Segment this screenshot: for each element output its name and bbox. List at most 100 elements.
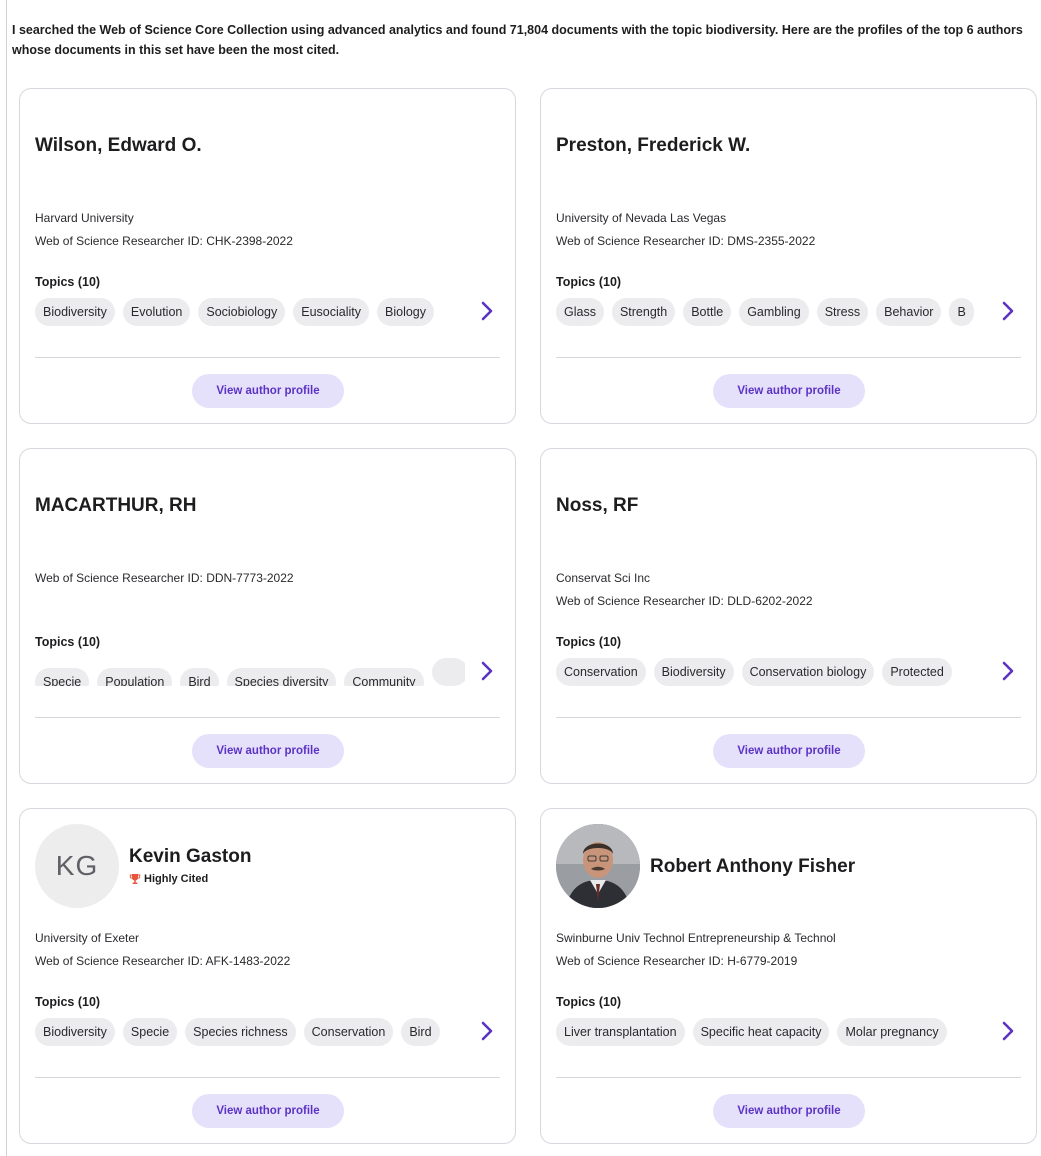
topics-label: Topics (10) xyxy=(35,995,101,1009)
topics-label: Topics (10) xyxy=(35,635,101,649)
topic-chip[interactable]: Community xyxy=(344,668,424,686)
chevron-right-icon xyxy=(481,301,493,321)
author-name: Robert Anthony Fisher xyxy=(650,856,856,877)
topic-chip[interactable]: Gambling xyxy=(739,298,809,326)
author-photo-icon xyxy=(556,824,640,908)
view-author-profile-button[interactable]: View author profile xyxy=(192,1094,344,1128)
author-details: Web of Science Researcher ID: DDN-7773-2… xyxy=(35,570,294,593)
topic-chip[interactable]: Glass xyxy=(556,298,604,326)
topic-chip[interactable]: Molar pregnancy xyxy=(837,1018,947,1046)
topics-next-button[interactable] xyxy=(472,656,502,686)
topic-chip[interactable]: Conservation xyxy=(303,1018,394,1046)
topic-chip[interactable]: Liver transplantation xyxy=(556,1018,685,1046)
author-name: Preston, Frederick W. xyxy=(556,135,751,156)
topic-chip[interactable]: Population xyxy=(97,668,173,686)
topics-label: Topics (10) xyxy=(556,635,622,649)
topics-next-button[interactable] xyxy=(993,296,1023,326)
topic-chips: Biodiversity Evolution Sociobiology Eusocia… xyxy=(35,298,465,326)
author-researcher-id: Web of Science Researcher ID: H-6779-201… xyxy=(556,954,798,968)
card-divider xyxy=(35,1077,500,1078)
author-card: MACARTHUR, RH Web of Science Researcher … xyxy=(19,448,516,784)
topics-next-button[interactable] xyxy=(472,296,502,326)
topic-chip[interactable] xyxy=(431,658,465,686)
author-card: Noss, RF Conservat Sci Inc Web of Scienc… xyxy=(540,448,1037,784)
view-author-profile-button[interactable]: View author profile xyxy=(713,374,865,408)
topic-chip[interactable]: Biodiversity xyxy=(653,658,734,686)
topics-label: Topics (10) xyxy=(556,275,622,289)
author-name: Kevin Gaston xyxy=(129,846,252,867)
author-affiliation: University of Nevada Las Vegas xyxy=(556,211,727,225)
topic-chip[interactable]: Species diversity xyxy=(226,668,337,686)
chevron-right-icon xyxy=(481,1021,493,1041)
topic-chip[interactable]: Bird xyxy=(180,668,219,686)
card-divider xyxy=(35,357,500,358)
topic-chips: Biodiversity Specie Species richness Conser… xyxy=(35,1018,465,1046)
topic-chip[interactable]: Biology xyxy=(377,298,434,326)
card-divider xyxy=(556,717,1021,718)
view-author-profile-button[interactable]: View author profile xyxy=(713,734,865,768)
topic-chip[interactable]: Specific heat capacity xyxy=(692,1018,830,1046)
author-details: Conservat Sci Inc Web of Science Researc… xyxy=(556,570,813,616)
topic-chip[interactable]: Behavior xyxy=(876,298,942,326)
topic-chip[interactable]: Eusociality xyxy=(293,298,369,326)
author-details: Swinburne Univ Technol Entrepreneurship … xyxy=(556,930,836,976)
highly-cited-badge: Highly Cited xyxy=(129,873,208,885)
topics-label: Topics (10) xyxy=(35,275,101,289)
author-name: MACARTHUR, RH xyxy=(35,495,197,516)
topic-chip[interactable]: Stress xyxy=(816,298,869,326)
author-name: Wilson, Edward O. xyxy=(35,135,202,156)
topic-chip[interactable]: B xyxy=(949,298,974,326)
trophy-icon xyxy=(129,874,141,884)
author-details: University of Exeter Web of Science Rese… xyxy=(35,930,290,976)
topic-chips: Liver transplantation Specific heat capac… xyxy=(556,1018,986,1046)
avatar: KG xyxy=(35,824,119,908)
view-author-profile-button[interactable]: View author profile xyxy=(192,734,344,768)
topic-chip[interactable]: Strength xyxy=(611,298,676,326)
author-researcher-id: Web of Science Researcher ID: DMS-2355-2… xyxy=(556,234,816,248)
topics-label: Topics (10) xyxy=(556,995,622,1009)
topic-chip[interactable]: Sociobiology xyxy=(198,298,286,326)
author-card: Robert Anthony Fisher Swinburne Univ Tec… xyxy=(540,808,1037,1144)
topic-chip[interactable]: Conservation xyxy=(556,658,646,686)
topic-chip[interactable]: Bird xyxy=(401,1018,440,1046)
topics-next-button[interactable] xyxy=(993,656,1023,686)
author-researcher-id: Web of Science Researcher ID: CHK-2398-2… xyxy=(35,234,293,248)
author-affiliation: Harvard University xyxy=(35,211,134,225)
topic-chip[interactable]: Evolution xyxy=(122,298,191,326)
author-researcher-id: Web of Science Researcher ID: DDN-7773-2… xyxy=(35,571,294,585)
topic-chip[interactable]: Conservation biology xyxy=(741,658,875,686)
chevron-right-icon xyxy=(481,661,493,681)
topic-chip[interactable]: Bottle xyxy=(683,298,732,326)
card-divider xyxy=(556,1077,1021,1078)
intro-text: I searched the Web of Science Core Colle… xyxy=(12,23,1023,57)
topic-chip[interactable]: Protected xyxy=(882,658,952,686)
topic-chips: Specie Population Bird Species diversity Com… xyxy=(35,658,465,686)
author-name: Noss, RF xyxy=(556,495,639,516)
card-divider xyxy=(35,717,500,718)
author-details: University of Nevada Las Vegas Web of Sc… xyxy=(556,210,815,256)
author-affiliation: Swinburne Univ Technol Entrepreneurship … xyxy=(556,931,836,945)
topics-next-button[interactable] xyxy=(472,1016,502,1046)
author-details: Harvard University Web of Science Resear… xyxy=(35,210,293,256)
author-grid: Wilson, Edward O. Harvard University Web… xyxy=(19,88,1038,1144)
topic-chip[interactable]: Biodiversity xyxy=(35,298,115,326)
author-researcher-id: Web of Science Researcher ID: AFK-1483-2… xyxy=(35,954,291,968)
author-affiliation: University of Exeter xyxy=(35,931,140,945)
chevron-right-icon xyxy=(1002,661,1014,681)
topics-next-button[interactable] xyxy=(993,1016,1023,1046)
chevron-right-icon xyxy=(1002,301,1014,321)
author-researcher-id: Web of Science Researcher ID: DLD-6202-2… xyxy=(556,594,813,608)
badge-label: Highly Cited xyxy=(144,873,209,885)
topic-chips: Glass Strength Bottle Gambling Stress Behavio… xyxy=(556,298,986,326)
author-card: Wilson, Edward O. Harvard University Web… xyxy=(19,88,516,424)
topic-chip[interactable]: Specie xyxy=(35,668,90,686)
topic-chip[interactable]: Specie xyxy=(122,1018,178,1046)
author-card: KG Kevin Gaston Highly Cited University … xyxy=(19,808,516,1144)
chevron-right-icon xyxy=(1002,1021,1014,1041)
view-author-profile-button[interactable]: View author profile xyxy=(713,1094,865,1128)
topic-chip[interactable]: Species richness xyxy=(185,1018,296,1046)
avatar-photo xyxy=(556,824,640,908)
topic-chip[interactable]: Biodiversity xyxy=(35,1018,115,1046)
view-author-profile-button[interactable]: View author profile xyxy=(192,374,344,408)
author-affiliation: Conservat Sci Inc xyxy=(556,571,651,585)
